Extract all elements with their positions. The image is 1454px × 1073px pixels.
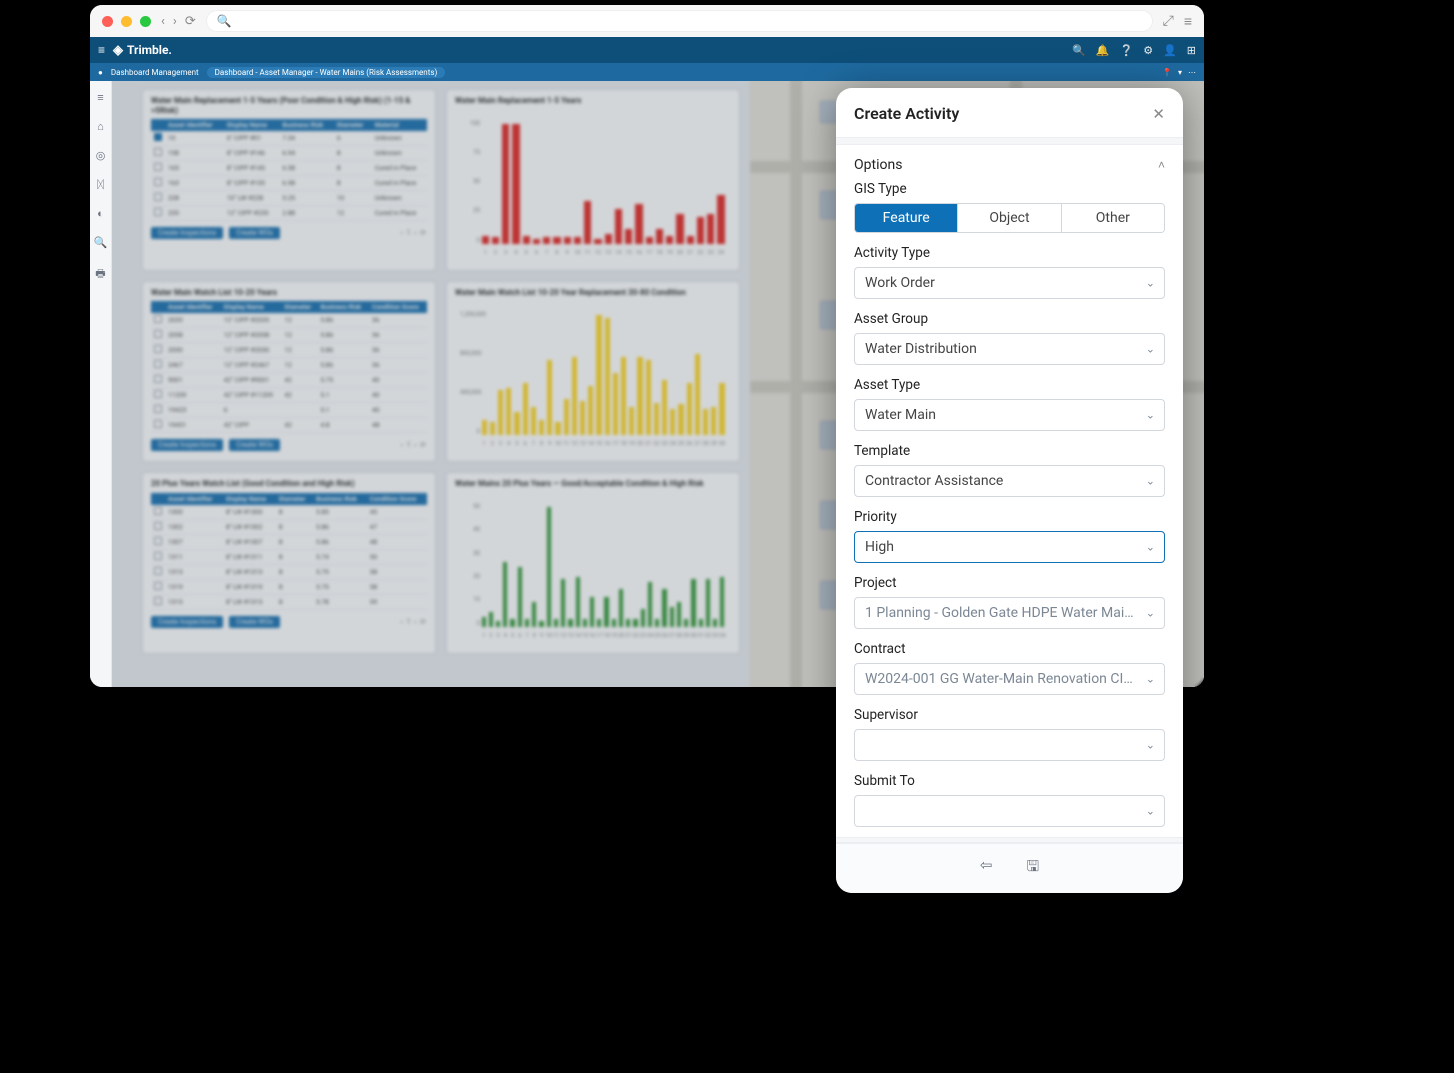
url-bar[interactable]: 🔍 <box>206 10 1153 32</box>
supervisor-label: Supervisor <box>854 707 1165 723</box>
asset-group-value: Water Distribution <box>854 333 1165 365</box>
back-button[interactable]: ‹ <box>161 14 165 29</box>
titlebar: ‹ › ⟳ 🔍 ⤢ ≡ <box>90 5 1204 37</box>
contract-value: W2024-001 GG Water-Main Renovation CIP -… <box>854 663 1165 695</box>
options-section-header[interactable]: Options ˄ <box>836 145 1183 181</box>
submit-to-select[interactable]: ⌄ <box>854 795 1165 827</box>
submit-to-row: Submit To ⌄ <box>854 773 1165 827</box>
asset-type-label: Asset Type <box>854 377 1165 393</box>
sidebar-item-0[interactable]: ≡ <box>97 91 103 104</box>
crumb-a[interactable]: Dashboard Management <box>111 68 199 77</box>
gis-type-segmented: Feature Object Other <box>854 203 1165 233</box>
apps-icon[interactable]: ⊞ <box>1187 44 1196 57</box>
crumb-tools: 📍 ▾ ⋯ <box>1162 68 1196 77</box>
back-arrow-icon[interactable]: ⇦ <box>980 856 993 881</box>
sidebar-item-8[interactable]: 🖶 <box>95 265 105 284</box>
modal-title: Create Activity <box>854 104 959 123</box>
user-icon[interactable]: 👤 <box>1163 44 1177 57</box>
crumb-b[interactable]: Dashboard - Asset Manager - Water Mains … <box>207 67 446 78</box>
bell-icon[interactable]: 🔔 <box>1096 44 1110 57</box>
contract-label: Contract <box>854 641 1165 657</box>
hamburger-icon[interactable]: ≡ <box>98 43 105 57</box>
close-icon[interactable]: ✕ <box>1152 105 1165 123</box>
activity-type-select[interactable]: Work Order ⌄ <box>854 267 1165 299</box>
forward-button[interactable]: › <box>173 14 177 29</box>
search-icon[interactable]: 🔍 <box>1072 44 1086 57</box>
gis-tab-feature[interactable]: Feature <box>855 204 957 232</box>
asset-type-select[interactable]: Water Main ⌄ <box>854 399 1165 431</box>
modal-footer: ⇦ 🖫 <box>836 843 1183 893</box>
gis-type-label: GIS Type <box>854 181 1165 197</box>
topbar-actions: 🔍 🔔 ❔ ⚙ 👤 ⊞ <box>1072 44 1196 57</box>
bullet-icon: ● <box>98 68 103 77</box>
more-icon[interactable]: ⋯ <box>1188 68 1196 77</box>
help-icon[interactable]: ❔ <box>1120 44 1134 57</box>
sidebar-item-6[interactable]: 🔍 <box>94 236 108 249</box>
template-value: Contractor Assistance <box>854 465 1165 497</box>
expand-icon[interactable]: ⤢ <box>1163 13 1174 30</box>
section-label: Options <box>854 157 902 173</box>
brand: ◈ Trimble. <box>113 43 172 58</box>
minimise-window-icon[interactable] <box>121 16 132 27</box>
activity-type-value: Work Order <box>854 267 1165 299</box>
asset-group-row: Asset Group Water Distribution ⌄ <box>854 311 1165 365</box>
brand-text: Trimble. <box>127 43 172 57</box>
brand-glyph-icon: ◈ <box>113 43 123 58</box>
contract-row: Contract W2024-001 GG Water-Main Renovat… <box>854 641 1165 695</box>
window-controls <box>102 16 151 27</box>
gis-tab-object[interactable]: Object <box>957 204 1060 232</box>
supervisor-value <box>854 729 1165 761</box>
asset-type-row: Asset Type Water Main ⌄ <box>854 377 1165 431</box>
sidebar-item-1[interactable]: ⌂ <box>97 120 104 133</box>
create-activity-panel: Create Activity ✕ Options ˄ GIS Type Fea… <box>836 88 1183 893</box>
priority-select[interactable]: High ⌄ <box>854 531 1165 563</box>
sidebar-item-4[interactable]: ◐ <box>97 207 104 220</box>
breadcrumb: ● Dashboard Management Dashboard - Asset… <box>90 63 1204 81</box>
maximise-window-icon[interactable] <box>140 16 151 27</box>
template-row: Template Contractor Assistance ⌄ <box>854 443 1165 497</box>
project-value: 1 Planning - Golden Gate HDPE Water Main… <box>854 597 1165 629</box>
sidebar-item-3[interactable]: ᛞ <box>97 178 104 191</box>
menu-icon[interactable]: ≡ <box>1184 13 1192 30</box>
template-label: Template <box>854 443 1165 459</box>
close-window-icon[interactable] <box>102 16 113 27</box>
asset-type-value: Water Main <box>854 399 1165 431</box>
activity-type-row: Activity Type Work Order ⌄ <box>854 245 1165 299</box>
app-topbar: ≡ ◈ Trimble. 🔍 🔔 ❔ ⚙ 👤 ⊞ <box>90 37 1204 63</box>
template-select[interactable]: Contractor Assistance ⌄ <box>854 465 1165 497</box>
left-sidebar: ≡ ⌂ ◎ ᛞ ◐ 🔍 🖶 <box>90 81 112 687</box>
contract-select[interactable]: W2024-001 GG Water-Main Renovation CIP -… <box>854 663 1165 695</box>
priority-label: Priority <box>854 509 1165 525</box>
search-icon: 🔍 <box>217 14 232 28</box>
titlebar-right: ⤢ ≡ <box>1163 13 1192 30</box>
pin-icon[interactable]: 📍 <box>1162 68 1172 77</box>
activity-type-label: Activity Type <box>854 245 1165 261</box>
priority-value: High <box>854 531 1165 563</box>
priority-row: Priority High ⌄ <box>854 509 1165 563</box>
project-label: Project <box>854 575 1165 591</box>
supervisor-select[interactable]: ⌄ <box>854 729 1165 761</box>
filter-icon[interactable]: ▾ <box>1178 68 1182 77</box>
project-row: Project 1 Planning - Golden Gate HDPE Wa… <box>854 575 1165 629</box>
nav-buttons: ‹ › ⟳ <box>161 14 196 29</box>
asset-group-label: Asset Group <box>854 311 1165 327</box>
gis-type-row: GIS Type Feature Object Other <box>854 181 1165 233</box>
submit-to-value <box>854 795 1165 827</box>
divider <box>836 137 1183 145</box>
gis-tab-other[interactable]: Other <box>1061 204 1164 232</box>
save-icon[interactable]: 🖫 <box>1026 856 1039 881</box>
asset-group-select[interactable]: Water Distribution ⌄ <box>854 333 1165 365</box>
supervisor-row: Supervisor ⌄ <box>854 707 1165 761</box>
project-select[interactable]: 1 Planning - Golden Gate HDPE Water Main… <box>854 597 1165 629</box>
sidebar-item-2[interactable]: ◎ <box>96 149 106 162</box>
modal-header: Create Activity ✕ <box>836 88 1183 137</box>
gear-icon[interactable]: ⚙ <box>1143 44 1153 57</box>
options-form: GIS Type Feature Object Other Activity T… <box>836 181 1183 837</box>
reload-button[interactable]: ⟳ <box>185 14 196 29</box>
chevron-up-icon: ˄ <box>1158 158 1165 172</box>
submit-to-label: Submit To <box>854 773 1165 789</box>
